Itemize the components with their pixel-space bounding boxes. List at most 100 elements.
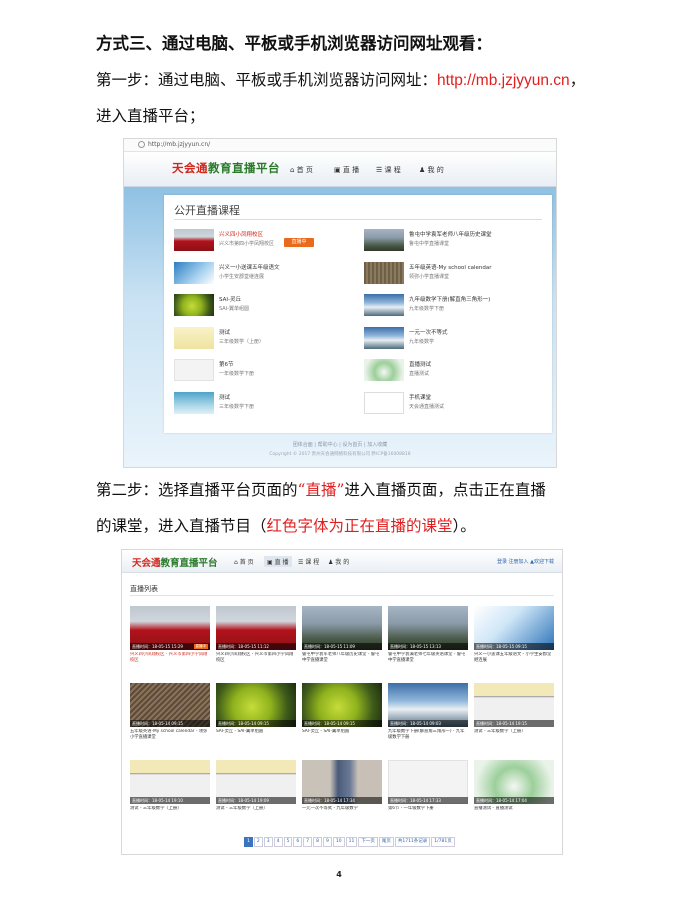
live-card-caption[interactable]: 第6节 - 一年级数学下册 <box>388 806 468 812</box>
nav2-mine[interactable]: ♟ 我 的 <box>328 557 349 566</box>
left-course-item[interactable]: SAI-灵丘 SAI-翼单组圆 <box>174 294 354 320</box>
live-card-caption[interactable]: 测试 - 三年级数学（上册） <box>474 729 554 735</box>
course-title[interactable]: 九年级数学下册(解直角三角形一) <box>409 295 490 303</box>
live-card-caption[interactable]: SAI-灵丘 - SAI-翼单组圆 <box>302 729 382 735</box>
pager-item[interactable]: 8 <box>313 837 322 847</box>
course-title[interactable]: 直播测试 <box>409 360 431 368</box>
pager-item[interactable]: 9 <box>323 837 332 847</box>
live-card[interactable]: 直播时间：18-05-14 09:15 SAI-灵丘 - SAI-翼单组圆 <box>216 683 296 743</box>
course-thumbnail[interactable] <box>364 359 404 381</box>
pager-item[interactable]: 5 <box>283 837 293 847</box>
live-card[interactable]: 直播时间：18-05-14 17:33 第6节 - 一年级数学下册 <box>388 760 468 820</box>
right-course-item[interactable]: 手机课堂 天会通直播测试 <box>364 391 544 418</box>
live-now-button[interactable]: 直播中 <box>284 238 314 247</box>
platform-logo-2[interactable]: 天会通教育直播平台 <box>132 555 218 569</box>
live-card[interactable]: 直播时间：18-05-15 11:12 兴义四小凤翔校区 - 兴义市第四小学凤翔校… <box>216 606 296 666</box>
pager-item: 共1711条记录 <box>394 837 431 847</box>
course-title[interactable]: 测试 <box>219 393 230 401</box>
pager-item[interactable]: 1 <box>244 837 253 847</box>
course-subtitle: 直播测试 <box>409 371 430 377</box>
course-title[interactable]: 测试 <box>219 328 230 336</box>
address-bar[interactable]: http://mb.jzjyyun.cn/ <box>124 139 556 152</box>
right-course-item[interactable]: 一元一次不等式 九年级数学 <box>364 326 544 353</box>
pager-item[interactable]: 尾页 <box>378 837 394 847</box>
live-card[interactable]: 直播时间：18-05-15 15:29 直播中 兴义四小凤翔校区 - 兴义市第四小学… <box>130 606 210 666</box>
live-card-time: 直播时间：18-05-14 09:03 <box>390 721 441 726</box>
course-thumbnail[interactable] <box>174 326 214 349</box>
live-card-caption[interactable]: 测试 - 三年级数学（上册） <box>130 806 210 812</box>
course-thumbnail[interactable] <box>174 229 214 251</box>
live-card-timebar: 直播时间：18-05-14 09:03 <box>388 720 468 727</box>
left-course-item[interactable]: 兴义一小送课五年级语文 小学生安郡堂继连展 <box>174 261 354 288</box>
live-card-caption[interactable]: 鲁屯中学袁军老师八年级历史课堂 - 鲁屯中学直播课堂 <box>302 652 382 664</box>
course-thumbnail[interactable] <box>364 326 404 349</box>
live-card-caption[interactable]: 直播测试 - 直播测试 <box>474 806 554 812</box>
nav-course[interactable]: ☰ 课 程 <box>376 165 401 175</box>
pager-item[interactable]: 2 <box>253 837 263 847</box>
footer-links[interactable]: 团体合面 | 帮助中心 | 设为首页 | 加入收藏 <box>124 441 556 448</box>
nav-mine[interactable]: ♟ 我 的 <box>419 165 444 175</box>
live-card[interactable]: 直播时间：18-05-14 17:34 一元一次不等式 - 九年级数学 <box>302 760 382 820</box>
live-card[interactable]: 直播时间：18-05-14 09:03 九年级数学下册(解直角三角形一) - 九年… <box>388 683 468 743</box>
live-card[interactable]: 直播时间：18-05-14 09:15 五年级英语-My school calen… <box>130 683 210 743</box>
course-thumbnail[interactable] <box>364 391 404 414</box>
course-thumbnail[interactable] <box>174 294 214 316</box>
course-thumbnail[interactable] <box>364 294 404 316</box>
left-course-item[interactable]: 兴义四小凤翔校区 兴义市第四小学凤翔校区 直播中 <box>174 229 354 255</box>
live-card[interactable]: 直播时间：18-05-15 11:09 鲁屯中学袁军老师八年级历史课堂 - 鲁屯中… <box>302 606 382 666</box>
course-title[interactable]: 第6节 <box>219 360 234 368</box>
live-card-caption[interactable]: 五年级英语-My school calendar - 领弥小学直播课堂 <box>130 729 210 741</box>
pager-item[interactable]: 6 <box>293 837 303 847</box>
pager-item[interactable]: 下一页 <box>358 837 378 847</box>
live-card-caption[interactable]: 九年级数学下册(解直角三角形一) - 九年级数学下册 <box>388 729 468 741</box>
course-title[interactable]: SAI-灵丘 <box>219 295 241 303</box>
live-card[interactable]: 直播时间：18-05-14 09:15 SAI-灵丘 - SAI-翼单组圆 <box>302 683 382 743</box>
live-card[interactable]: 直播时间：18-05-14 19:09 测试 - 三年级数学（上册） <box>216 760 296 820</box>
live-card-caption[interactable]: 测试 - 三年级数学（上册） <box>216 806 296 812</box>
course-thumbnail[interactable] <box>174 359 214 381</box>
left-course-item[interactable]: 测试 三年级数学（上册） <box>174 326 354 353</box>
nav-home[interactable]: ⌂ 首 页 <box>290 165 313 175</box>
pager-item[interactable]: 10 <box>332 837 345 847</box>
course-title[interactable]: 五年级英语-My school calendar <box>409 263 492 271</box>
course-thumbnail[interactable] <box>364 229 404 251</box>
pager-item[interactable]: 11 <box>345 837 358 847</box>
course-thumbnail[interactable] <box>174 391 214 414</box>
right-course-item[interactable]: 鲁屯中学袁军老师八年级历史课堂 鲁屯中学直播课堂 <box>364 229 544 255</box>
nav2-course[interactable]: ☰ 课 程 <box>298 557 319 566</box>
nav-live[interactable]: ▣ 直 播 <box>334 165 359 175</box>
live-card-caption[interactable]: 兴义一小送课五年级语文 - 小学生安郡堂继连展 <box>474 652 554 664</box>
live-card-caption[interactable]: 兴义四小凤翔校区 - 兴义市第四小学凤翔校区 <box>216 652 296 664</box>
course-thumbnail[interactable] <box>174 261 214 284</box>
top-right-links[interactable]: 登录 注册加入 ▲欢迎下载 <box>497 558 554 565</box>
course-title[interactable]: 一元一次不等式 <box>409 328 448 336</box>
live-card-timebar: 直播时间：18-05-15 11:12 <box>216 643 296 650</box>
live-card[interactable]: 直播时间：18-05-15 09:15 兴义一小送课五年级语文 - 小学生安郡堂继… <box>474 606 554 666</box>
platform-url[interactable]: http://mb.jzjyyun.cn <box>437 72 570 89</box>
live-card[interactable]: 直播时间：18-05-14 17:04 直播测试 - 直播测试 <box>474 760 554 820</box>
live-card-caption[interactable]: 鲁屯中学袁满老师七年级英语课堂 - 鲁屯中学直播课堂 <box>388 652 468 664</box>
live-card-caption[interactable]: SAI-灵丘 - SAI-翼单组圆 <box>216 729 296 735</box>
right-course-item[interactable]: 九年级数学下册(解直角三角形一) 九年级数学下册 <box>364 294 544 320</box>
pager-item[interactable]: 3 <box>263 837 273 847</box>
live-card-timebar: 直播时间：18-05-14 19:10 <box>130 797 210 804</box>
left-course-item[interactable]: 第6节 一年级数学下册 <box>174 359 354 385</box>
right-course-item[interactable]: 直播测试 直播测试 <box>364 359 544 385</box>
course-title[interactable]: 鲁屯中学袁军老师八年级历史课堂 <box>409 230 492 238</box>
live-card-caption[interactable]: 兴义四小凤翔校区 - 兴义市第四小学凤翔校区 <box>130 652 210 664</box>
live-card-caption[interactable]: 一元一次不等式 - 九年级数学 <box>302 806 382 812</box>
course-thumbnail[interactable] <box>364 261 404 284</box>
left-course-item[interactable]: 测试 三年级数学下册 <box>174 391 354 418</box>
nav2-live[interactable]: ▣ 直 播 <box>264 556 292 567</box>
pager-item[interactable]: 4 <box>273 837 283 847</box>
pager-item[interactable]: 7 <box>303 837 313 847</box>
platform-logo[interactable]: 天会通教育直播平台 <box>172 160 280 176</box>
nav2-home[interactable]: ⌂ 首 页 <box>234 557 254 566</box>
course-title[interactable]: 兴义四小凤翔校区 <box>219 230 263 238</box>
course-title[interactable]: 手机课堂 <box>409 393 431 401</box>
right-course-item[interactable]: 五年级英语-My school calendar 领弥小学直播课堂 <box>364 261 544 288</box>
live-card[interactable]: 直播时间：18-05-14 19:10 测试 - 三年级数学（上册） <box>130 760 210 820</box>
live-card[interactable]: 直播时间：18-05-15 13:13 鲁屯中学袁满老师七年级英语课堂 - 鲁屯中… <box>388 606 468 666</box>
live-card[interactable]: 直播时间：18-05-14 19:15 测试 - 三年级数学（上册） <box>474 683 554 743</box>
course-title[interactable]: 兴义一小送课五年级语文 <box>219 263 280 271</box>
